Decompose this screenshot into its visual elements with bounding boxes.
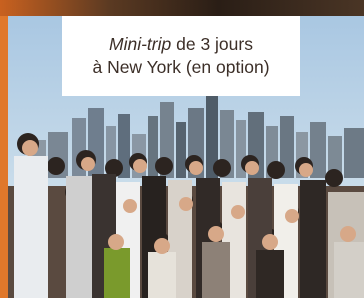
caption-italic-text: Mini-trip	[109, 34, 172, 54]
top-photo-strip	[0, 0, 364, 16]
caption-line-1-text: de 3 jours	[171, 34, 253, 54]
caption-line-1: Mini-trip de 3 jours	[109, 33, 253, 56]
caption-box: Mini-trip de 3 jours à New York (en opti…	[62, 16, 300, 96]
orange-accent-bar	[0, 16, 8, 298]
caption-line-2: à New York (en option)	[92, 57, 270, 77]
